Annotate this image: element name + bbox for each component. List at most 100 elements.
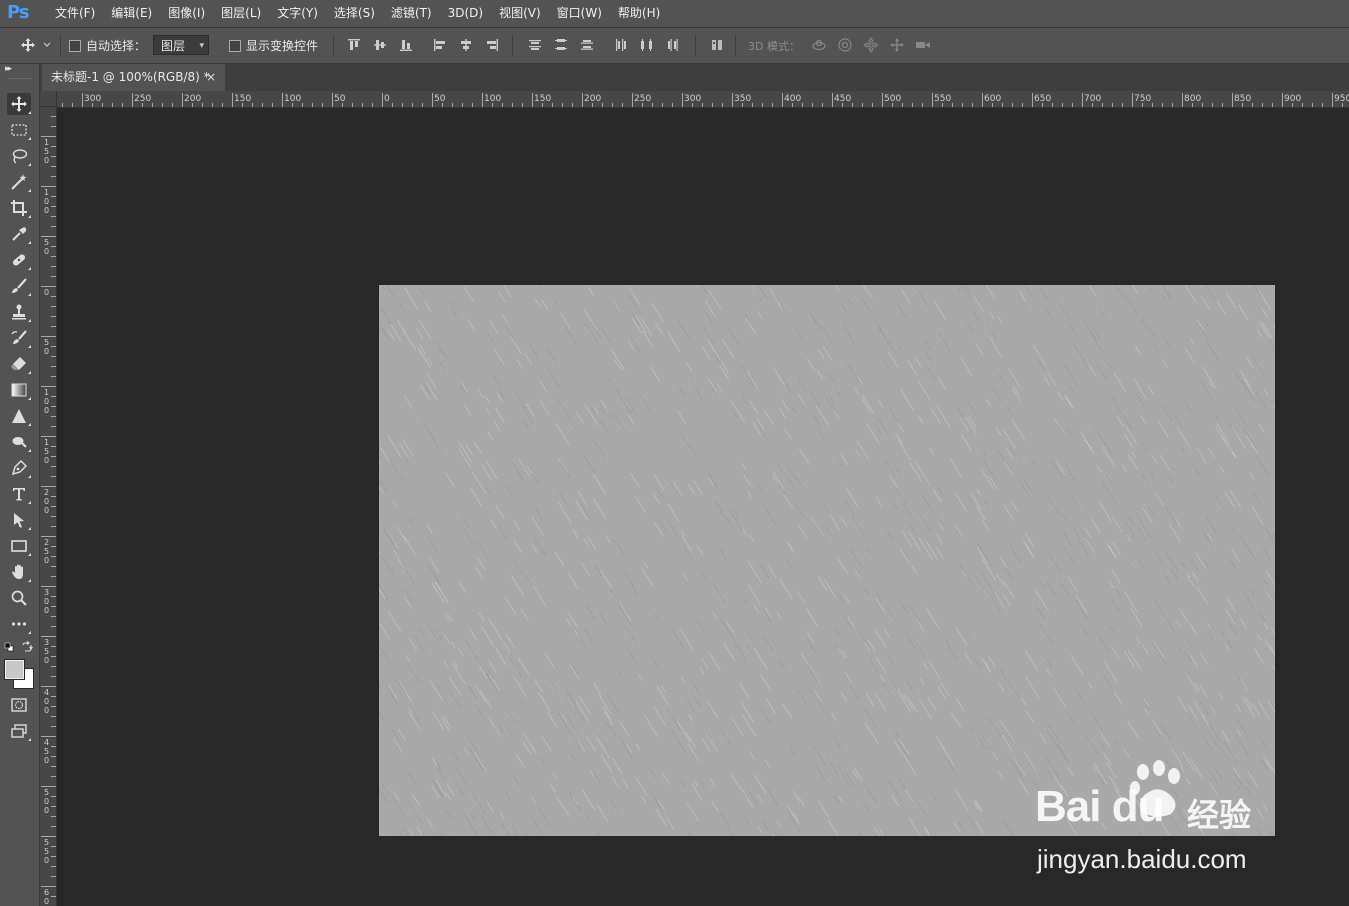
ruler-label: 700 [1084,94,1102,104]
document-tab[interactable]: 未标题-1 @ 100%(RGB/8) * × [42,64,225,91]
rain-streak [1100,471,1108,483]
rain-streak [797,378,807,393]
dodge-tool[interactable] [7,431,31,453]
menu-file[interactable]: 文件(F) [47,0,103,27]
auto-select-checkbox[interactable] [69,39,81,52]
rain-streak [696,545,703,555]
align-horizontal-center-icon[interactable] [458,37,474,53]
rain-streak [1011,501,1018,512]
menu-help[interactable]: 帮助(H) [610,0,668,27]
rain-streak [828,513,840,531]
move-tool-preset-icon[interactable] [20,37,36,53]
rain-streak [811,314,822,330]
healing-brush-tool[interactable] [7,249,31,271]
rain-streak [896,301,908,320]
distribute-right-icon[interactable] [665,37,681,53]
rain-streak [1092,327,1103,343]
ruler-origin[interactable] [40,91,57,107]
collapse-panel-icon[interactable]: ▸▸ [5,64,12,74]
crop-tool[interactable] [7,197,31,219]
blur-tool[interactable] [7,405,31,427]
rain-streak [1267,700,1275,714]
align-top-icon[interactable] [346,37,362,53]
rain-streak [721,338,735,359]
eyedropper-tool[interactable] [7,223,31,245]
show-transform-checkbox[interactable] [229,39,241,52]
align-right-icon[interactable] [484,37,500,53]
brush-tool[interactable] [7,275,31,297]
hand-tool[interactable] [7,561,31,583]
rain-streak [380,446,391,464]
close-icon[interactable]: × [206,64,216,91]
rain-streak [1078,507,1084,515]
ruler-label: 800 [1184,94,1202,104]
rain-streak [894,729,902,741]
menu-select[interactable]: 选择(S) [326,0,383,27]
history-brush-tool[interactable] [7,327,31,349]
rain-streak [1144,708,1150,716]
align-vertical-center-icon[interactable] [372,37,388,53]
pen-icon [11,459,28,476]
show-transform-option[interactable]: 显示变换控件 [229,28,318,63]
horizontal-ruler[interactable]: 300 250 200 150 100 50 0 50 100 150 200 250 300 350 40… [57,91,1349,108]
3d-pan-icon[interactable] [863,37,879,53]
distribute-vertical-center-icon[interactable] [553,37,569,53]
gradient-tool[interactable] [7,379,31,401]
3d-slide-icon[interactable] [889,37,905,53]
move-tool[interactable] [7,93,31,115]
marquee-tool[interactable] [7,119,31,141]
rectangle-tool[interactable] [7,535,31,557]
rain-streak [1061,513,1067,521]
3d-orbit-icon[interactable] [811,37,827,53]
path-selection-tool[interactable] [7,509,31,531]
lasso-tool[interactable] [7,145,31,167]
rain-streak [604,534,611,544]
vertical-ruler[interactable]: 150 100 50 0 50 100 150 200 250 300 350 400 450 500 55… [40,107,57,906]
clone-stamp-tool[interactable] [7,301,31,323]
menu-3d[interactable]: 3D(D) [440,0,491,27]
rain-streak [1039,732,1047,745]
menu-edit[interactable]: 编辑(E) [103,0,160,27]
screen-mode[interactable] [7,720,31,742]
menu-view[interactable]: 视图(V) [491,0,549,27]
zoom-tool[interactable] [7,587,31,609]
rain-streak [476,567,484,579]
rain-streak [1242,427,1257,449]
align-bottom-icon[interactable] [398,37,414,53]
rain-streak [1257,329,1263,338]
more-tools[interactable] [7,613,31,635]
3d-roll-icon[interactable] [837,37,853,53]
menu-filter[interactable]: 滤镜(T) [383,0,440,27]
rain-streak [999,557,1007,568]
rain-streak [1174,415,1183,428]
rain-streak [827,371,835,383]
chevron-down-icon[interactable] [42,40,52,50]
menu-window[interactable]: 窗口(W) [549,0,610,27]
default-colors-icon[interactable] [4,642,14,652]
swap-colors-icon[interactable] [21,641,33,653]
layer-select-dropdown[interactable]: 图层 ▾ [153,35,209,55]
document-canvas[interactable] [379,285,1275,836]
rain-streak [704,311,714,325]
quick-mask-mode[interactable] [7,694,31,716]
eraser-tool[interactable] [7,353,31,375]
rain-streak [567,611,578,628]
align-left-icon[interactable] [432,37,448,53]
foreground-color-swatch[interactable] [4,659,25,680]
magic-wand-tool[interactable] [7,171,31,193]
pen-tool[interactable] [7,457,31,479]
rain-streak [988,656,996,668]
distribute-horizontal-center-icon[interactable] [639,37,655,53]
distribute-left-icon[interactable] [613,37,629,53]
menu-image[interactable]: 图像(I) [160,0,213,27]
auto-align-layers-icon[interactable] [709,37,725,53]
3d-camera-icon[interactable] [915,37,931,53]
auto-select-option[interactable]: 自动选择： [69,28,146,63]
menu-type[interactable]: 文字(Y) [269,0,326,27]
distribute-top-icon[interactable] [527,37,543,53]
type-tool[interactable] [7,483,31,505]
watermark-url: jingyan.baidu.com [1037,844,1247,874]
rain-streak [935,533,944,545]
menu-layer[interactable]: 图层(L) [213,0,269,27]
distribute-bottom-icon[interactable] [579,37,595,53]
